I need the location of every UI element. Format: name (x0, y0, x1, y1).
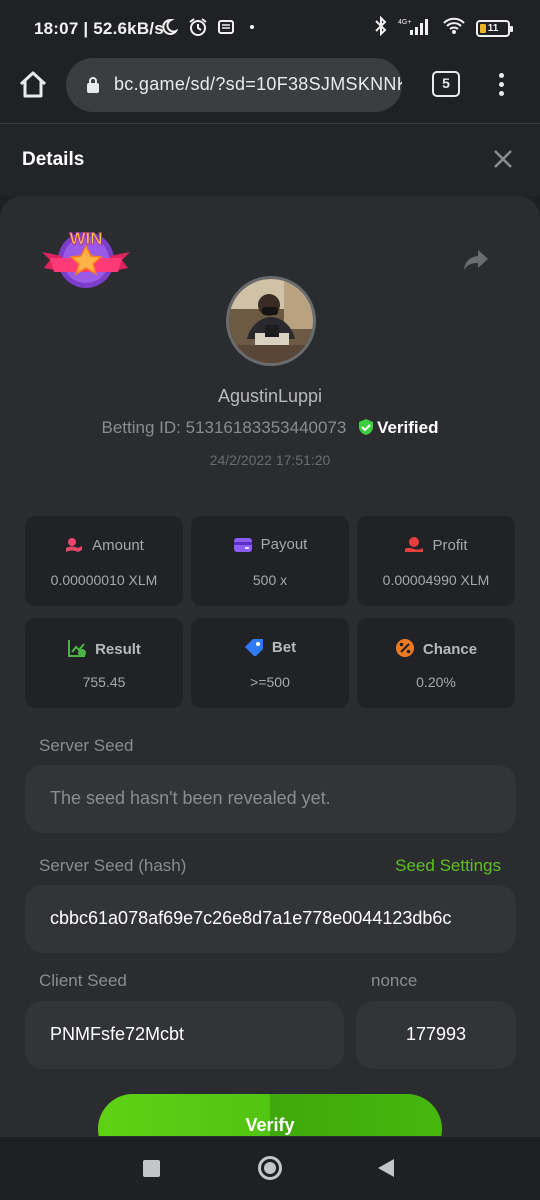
back-button[interactable] (378, 1159, 394, 1177)
stat-chance-head: Chance (357, 638, 515, 658)
verified-label: Verified (377, 418, 439, 437)
stat-amount-value: 0.00000010 XLM (50, 572, 158, 588)
stat-payout: Payout 500 x (191, 516, 349, 606)
stat-profit: Profit 0.00004990 XLM (357, 516, 515, 606)
stat-result-head: Result (25, 638, 183, 658)
client-seed-value: PNMFsfe72Mcbt (50, 1024, 185, 1044)
status-bar: 18:07 | 52.6kB/s 4G+ 11 (0, 0, 540, 58)
alarm-icon (188, 17, 208, 42)
menu-dot (498, 73, 504, 78)
stat-result-value: 755.45 (82, 674, 126, 690)
home-button[interactable] (16, 68, 50, 102)
tab-switcher-button[interactable]: 5 (432, 71, 460, 97)
verify-button[interactable]: Verify (98, 1094, 442, 1136)
share-button[interactable] (462, 248, 490, 272)
browser-toolbar: bc.game/sd/?sd=10F38SJMSKNNK 5 (0, 58, 540, 124)
recents-button[interactable] (143, 1160, 160, 1177)
url-text: bc.game/sd/?sd=10F38SJMSKNNK (114, 74, 402, 94)
share-icon (464, 250, 488, 270)
dialog-title: Details (22, 149, 85, 170)
stat-result-label: Result (95, 641, 141, 658)
stat-bet-value: >=500 (250, 674, 290, 690)
dot-icon (244, 19, 260, 40)
betting-id-value: 51316183353440073 (185, 418, 347, 437)
moon-icon (160, 18, 179, 41)
nonce-label: nonce (371, 971, 418, 990)
stat-bet: Bet >=500 (191, 618, 349, 708)
username: AgustinLuppi (217, 386, 323, 406)
close-button[interactable] (492, 148, 514, 170)
betting-id-row: Betting ID: 51316183353440073 Verified (0, 418, 540, 438)
battery-level: 11 (487, 23, 499, 34)
stat-bet-label: Bet (271, 639, 297, 656)
status-time: 18:07 | 52.6kB/s (34, 19, 164, 38)
client-seed-label: Client Seed (39, 971, 127, 990)
win-badge-icon: WIN (40, 222, 132, 292)
seed-settings-link[interactable]: Seed Settings (395, 856, 501, 876)
lock-icon (86, 76, 100, 94)
stat-payout-head: Payout (191, 536, 349, 553)
payout-icon (233, 538, 252, 552)
server-seed-hash-label: Server Seed (hash) (39, 856, 187, 875)
stat-chance-label: Chance (422, 641, 478, 658)
server-seed-placeholder: The seed hasn't been revealed yet. (50, 788, 331, 808)
address-bar[interactable]: bc.game/sd/?sd=10F38SJMSKNNK (66, 58, 402, 112)
amount-icon (66, 538, 83, 552)
win-badge-text: WIN (69, 229, 102, 248)
details-header: Details (0, 124, 540, 196)
server-seed-hash-value: cbbc61a078af69e7c26e8d7a1e778e0044123db6… (50, 908, 452, 928)
verified-shield-icon (357, 418, 375, 436)
stat-bet-head: Bet (191, 638, 349, 657)
result-icon (68, 640, 87, 657)
chance-icon (395, 639, 414, 657)
overflow-menu-button[interactable] (494, 70, 508, 100)
stat-profit-head: Profit (357, 536, 515, 554)
close-icon (494, 150, 512, 168)
stat-payout-value: 500 x (252, 572, 288, 588)
menu-dot (498, 91, 504, 96)
wifi-icon (442, 16, 466, 41)
signal-icon: 4G+ (398, 16, 432, 41)
home-icon (19, 71, 47, 98)
client-seed-field[interactable]: PNMFsfe72Mcbt (25, 1001, 344, 1069)
home-nav-button[interactable] (258, 1156, 282, 1180)
stat-payout-label: Payout (260, 536, 308, 553)
avatar (226, 276, 316, 366)
bet-icon (244, 639, 263, 657)
stat-profit-label: Profit (432, 537, 468, 554)
menu-dot (498, 82, 504, 87)
status-system-icons: 4G+ 11 (374, 15, 513, 41)
stat-result: Result 755.45 (25, 618, 183, 708)
bet-details-card: WIN AgustinLuppi Betting ID: 51316183353… (0, 196, 540, 1136)
message-icon (218, 19, 234, 40)
nonce-value: 177993 (405, 1024, 467, 1044)
stat-amount-head: Amount (25, 536, 183, 554)
bluetooth-icon (374, 15, 388, 41)
avatar-photo-icon (229, 279, 313, 363)
nonce-field[interactable]: 177993 (356, 1001, 516, 1069)
betting-id-label: Betting ID: (101, 418, 181, 437)
profit-icon (405, 537, 424, 552)
stat-chance: Chance 0.20% (357, 618, 515, 708)
server-seed-hash-field[interactable]: cbbc61a078af69e7c26e8d7a1e778e0044123db6… (25, 885, 516, 953)
server-seed-field[interactable]: The seed hasn't been revealed yet. (25, 765, 516, 833)
server-seed-label: Server Seed (39, 736, 134, 755)
stat-chance-value: 0.20% (416, 674, 456, 690)
stat-amount-label: Amount (92, 537, 144, 554)
network-type: 4G+ (398, 19, 411, 26)
stat-amount: Amount 0.00000010 XLM (25, 516, 183, 606)
status-notification-icons (160, 17, 260, 42)
stat-profit-value: 0.00004990 XLM (382, 572, 490, 588)
bet-timestamp: 24/2/2022 17:51:20 (209, 452, 331, 468)
system-nav-bar (0, 1136, 540, 1200)
battery-icon: 11 (476, 20, 513, 37)
